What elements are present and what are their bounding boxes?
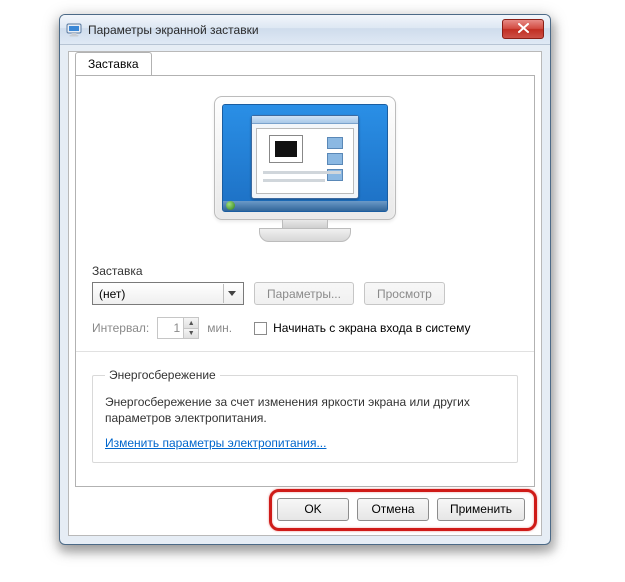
power-settings-link[interactable]: Изменить параметры электропитания... [105, 436, 326, 450]
ok-button-label: OK [304, 502, 321, 516]
cancel-button-label: Отмена [371, 502, 414, 516]
screensaver-selected: (нет) [99, 287, 125, 301]
mini-monitor-thumb-inner [275, 141, 297, 157]
interval-spinner: ▲ ▼ [157, 317, 199, 339]
chevron-down-icon [223, 284, 239, 303]
mini-taskbar [223, 201, 387, 211]
interval-label: Интервал: [92, 321, 149, 335]
mini-window-body [256, 128, 354, 194]
screensaver-combobox[interactable]: (нет) [92, 282, 244, 305]
tab-body: Заставка (нет) Параметры... Просмотр [75, 75, 535, 487]
tab-label: Заставка [88, 57, 139, 71]
resume-checkbox-label: Начинать с экрана входа в систему [273, 321, 470, 335]
settings-button: Параметры... [254, 282, 354, 305]
window-title: Параметры экранной заставки [88, 23, 259, 37]
separator [76, 351, 534, 352]
preview-button-label: Просмотр [377, 287, 432, 301]
monitor-stand [282, 220, 328, 228]
mini-ico [327, 153, 343, 165]
dialog-window: Параметры экранной заставки Заставка [59, 14, 551, 545]
tab-screensaver[interactable]: Заставка [75, 52, 152, 77]
energy-legend: Энергосбережение [105, 368, 220, 382]
mini-placeholder-line [263, 179, 325, 182]
interval-unit: мин. [207, 321, 232, 335]
resume-checkbox-wrap[interactable]: Начинать с экрана входа в систему [254, 321, 470, 335]
energy-text: Энергосбережение за счет изменения яркос… [105, 394, 505, 426]
tabstrip: Заставка [75, 51, 152, 76]
mini-window-titlebar [252, 116, 358, 124]
monitor-screen [222, 104, 388, 212]
button-bar: OK Отмена Применить [75, 491, 535, 527]
cancel-button[interactable]: Отмена [357, 498, 429, 521]
ok-button[interactable]: OK [277, 498, 349, 521]
mini-placeholder-line [263, 171, 341, 174]
spinner-buttons: ▲ ▼ [183, 318, 198, 338]
mini-monitor-thumb [269, 135, 303, 163]
interval-input [158, 320, 182, 336]
apply-button-label: Применить [450, 502, 512, 516]
titlebar[interactable]: Параметры экранной заставки [60, 15, 550, 45]
monitor-illustration [214, 96, 396, 246]
mini-ico [327, 137, 343, 149]
page-root: Параметры экранной заставки Заставка [0, 0, 625, 582]
preview-button: Просмотр [364, 282, 445, 305]
settings-button-label: Параметры... [267, 287, 341, 301]
close-button[interactable] [502, 19, 544, 39]
apply-button[interactable]: Применить [437, 498, 525, 521]
interval-row: Интервал: ▲ ▼ мин. Начинать с экрана вхо… [92, 317, 518, 339]
client-area: Заставка [68, 51, 542, 536]
energy-group: Энергосбережение Энергосбережение за сче… [92, 368, 518, 463]
resume-checkbox[interactable] [254, 322, 267, 335]
start-orb-icon [226, 201, 235, 210]
preview-area [92, 96, 518, 246]
screensaver-icon [66, 22, 82, 38]
mini-window [251, 115, 359, 199]
monitor-bezel [214, 96, 396, 220]
monitor-base [259, 228, 351, 242]
close-icon [518, 23, 529, 36]
spinner-up: ▲ [184, 318, 198, 328]
spinner-down: ▼ [184, 328, 198, 338]
screensaver-group-label: Заставка [92, 264, 518, 278]
mini-side-icons [327, 137, 349, 185]
screensaver-select-row: (нет) Параметры... Просмотр [92, 282, 518, 305]
